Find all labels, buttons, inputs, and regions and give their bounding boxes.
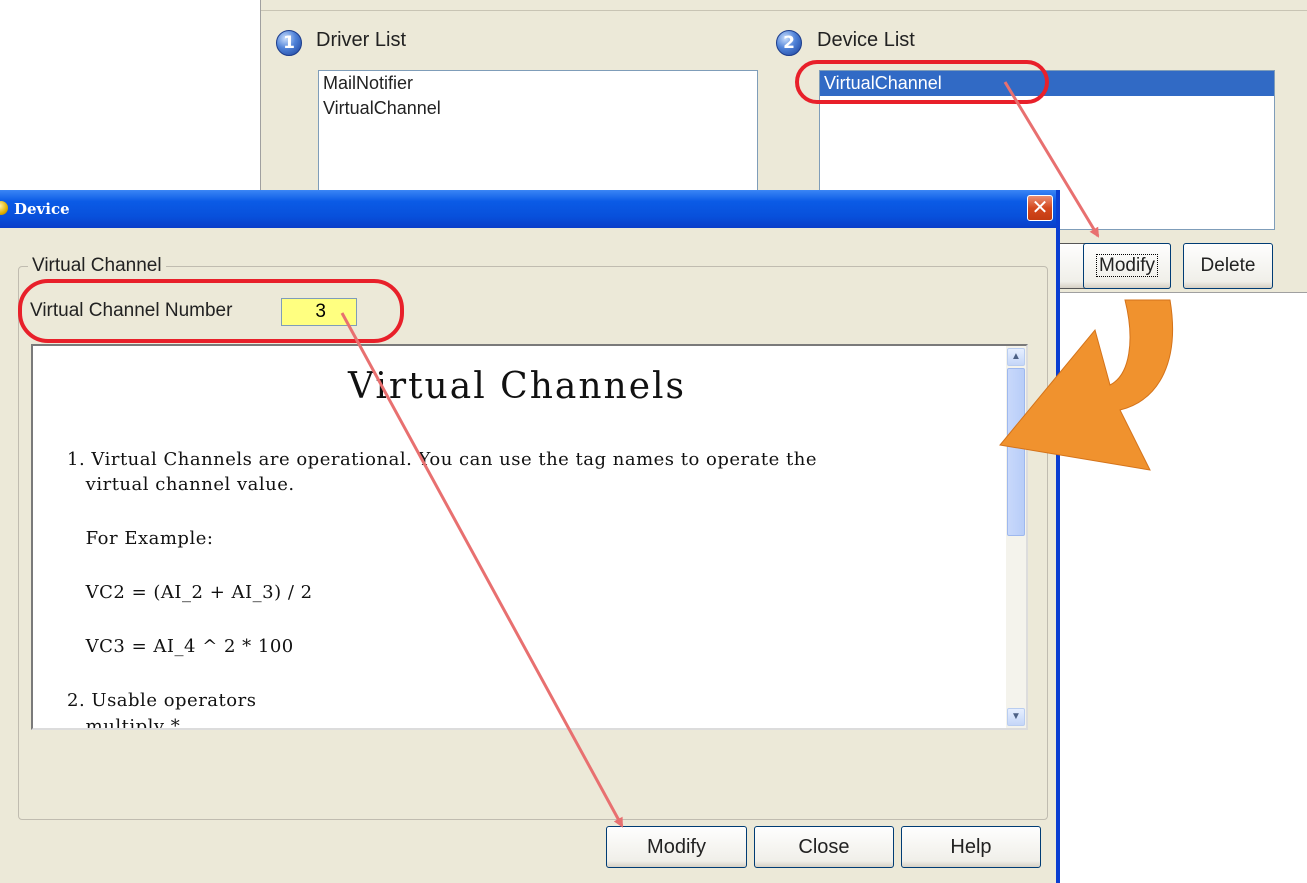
help-title: Virtual Channels	[347, 366, 687, 407]
group-title: Virtual Channel	[28, 255, 166, 277]
help-line: VC3 = AI_4 ^ 2 * 100	[67, 636, 294, 657]
app-icon	[0, 201, 8, 215]
device-dialog: Device ✕ Virtual Channel Virtual Channel…	[0, 190, 1060, 883]
dialog-titlebar[interactable]: Device ✕	[0, 190, 1056, 228]
scroll-up-icon[interactable]: ▲	[1007, 348, 1025, 366]
device-modify-button[interactable]: Modify	[1083, 243, 1171, 289]
scroll-down-icon[interactable]: ▼	[1007, 708, 1025, 726]
vertical-scrollbar[interactable]: ▲ ▼	[1006, 346, 1026, 728]
dialog-title: Device	[14, 200, 70, 218]
close-icon[interactable]: ✕	[1027, 195, 1053, 221]
help-button[interactable]: Help	[901, 826, 1041, 868]
channel-number-input[interactable]: 3	[281, 298, 357, 326]
help-line: For Example:	[67, 528, 214, 549]
list-item[interactable]: MailNotifier	[319, 71, 757, 96]
window-divider	[261, 10, 1307, 11]
help-document-pane[interactable]: Virtual Channels 1. Virtual Channels are…	[31, 344, 1028, 730]
list-item[interactable]: VirtualChannel	[319, 96, 757, 121]
help-line: 1. Virtual Channels are operational. You…	[67, 449, 817, 470]
help-line: 2. Usable operators	[67, 690, 257, 711]
close-button[interactable]: Close	[754, 826, 894, 868]
device-delete-button[interactable]: Delete	[1183, 243, 1273, 289]
step-two-badge: 2	[776, 30, 802, 56]
help-line: VC2 = (AI_2 + AI_3) / 2	[67, 582, 313, 603]
modify-button[interactable]: Modify	[606, 826, 747, 868]
help-document: Virtual Channels 1. Virtual Channels are…	[33, 346, 1001, 728]
list-item-selected[interactable]: VirtualChannel	[820, 71, 1274, 96]
channel-number-label: Virtual Channel Number	[30, 300, 233, 321]
help-line: multiply *	[67, 716, 181, 728]
step-one-badge: 1	[276, 30, 302, 56]
help-line: virtual channel value.	[67, 474, 295, 495]
scroll-thumb[interactable]	[1007, 368, 1025, 536]
driver-list-label: Driver List	[316, 29, 407, 51]
device-list-label: Device List	[817, 29, 915, 51]
